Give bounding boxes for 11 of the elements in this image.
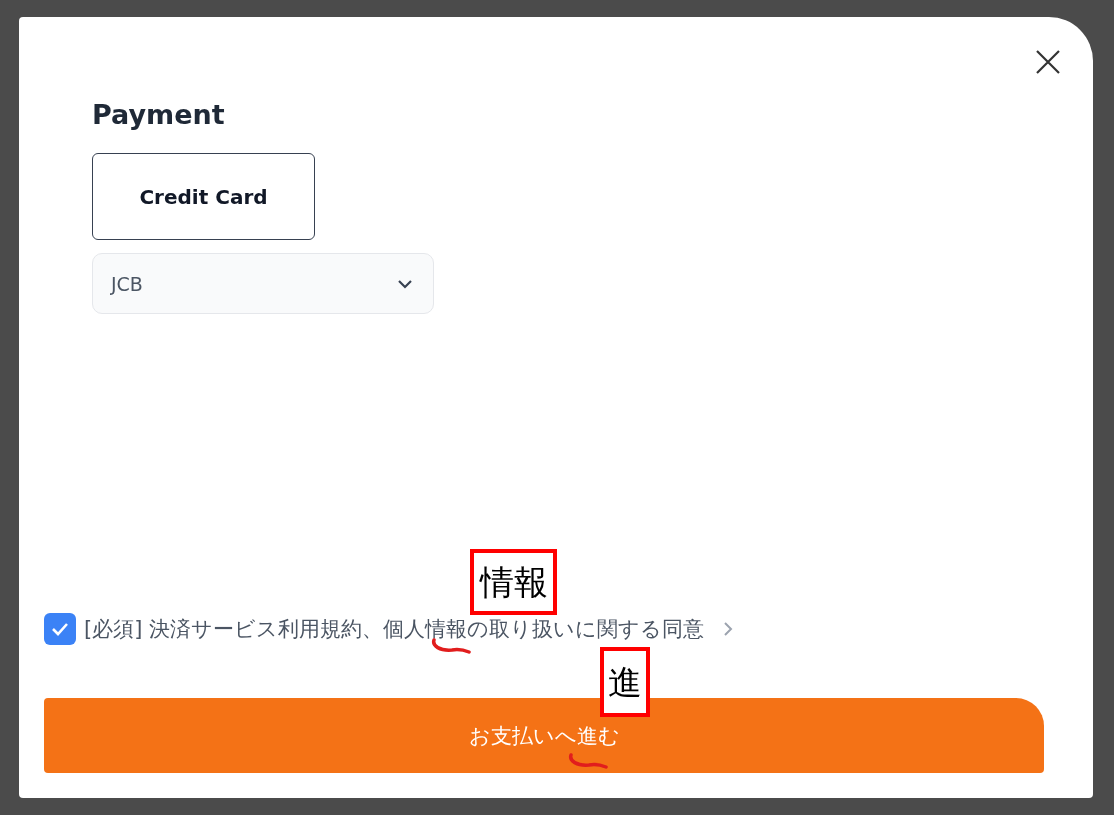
chevron-right-icon[interactable] (722, 620, 735, 638)
card-brand-select[interactable]: JCB (92, 253, 434, 314)
consent-checkbox[interactable] (44, 613, 76, 645)
close-icon (1035, 49, 1061, 75)
chevron-down-icon (397, 278, 413, 289)
zoom-callout: 情報 (470, 549, 557, 615)
dialog-title: Payment (92, 98, 225, 132)
zoom-callout: 進 (600, 647, 650, 717)
payment-method-option[interactable]: Credit Card (92, 153, 315, 240)
checkmark-icon (50, 621, 70, 637)
consent-text: [必須] 決済サービス利用規約、個人情報の取り扱いに関する同意 (84, 617, 705, 641)
